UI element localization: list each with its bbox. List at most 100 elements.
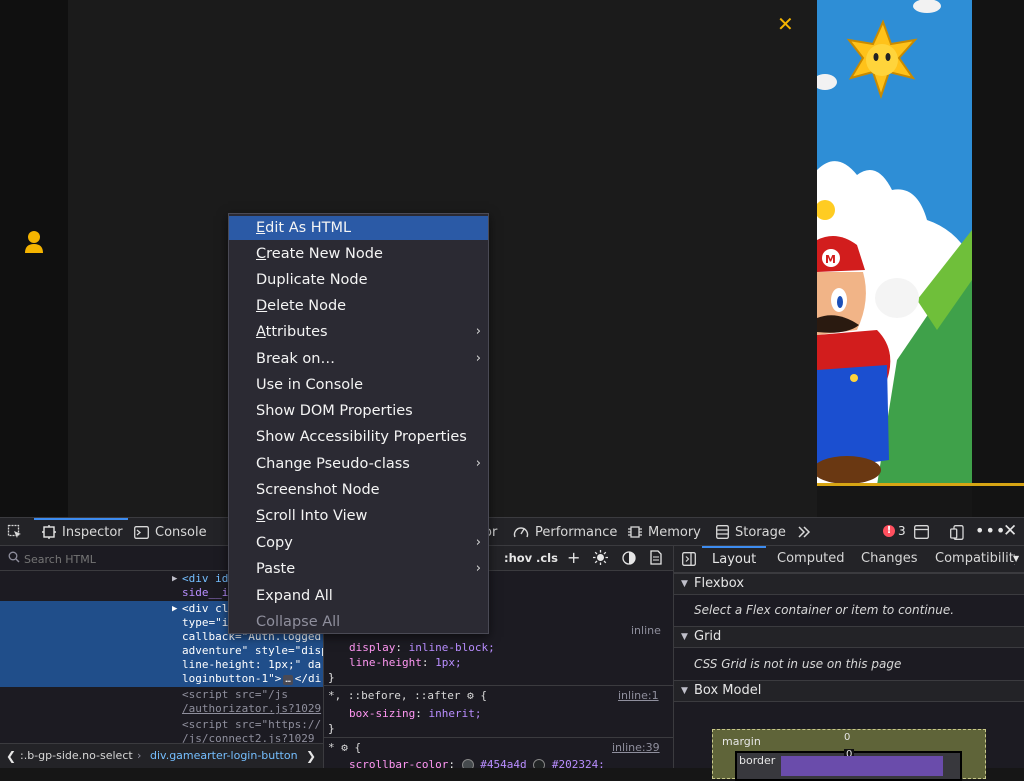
menu-item-attributes[interactable]: Attributes › <box>229 320 488 344</box>
rule-declaration[interactable]: box-sizing: inherit; <box>349 707 481 721</box>
search-icon <box>8 551 20 567</box>
menu-item-delete-node[interactable]: Delete Node <box>229 294 488 318</box>
menu-item-copy[interactable]: Copy › <box>229 531 488 555</box>
grid-section-header[interactable]: ▼ Grid <box>674 626 1024 648</box>
markup-line: line-height: 1px;" da <box>182 658 322 671</box>
menu-item-label: croll Into View <box>265 508 368 524</box>
devtools-toolbar: Inspector Console or Performance Memory … <box>0 517 1024 546</box>
markup-line: loginbutton-1">… </di <box>182 672 322 685</box>
submenu-arrow-icon: › <box>475 324 481 339</box>
tab-layout[interactable]: Layout <box>702 546 766 573</box>
add-rule-icon[interactable]: + <box>567 548 580 567</box>
user-avatar-icon[interactable] <box>24 230 44 254</box>
dark-mode-icon[interactable] <box>622 551 636 569</box>
menu-item-accel: S <box>256 508 266 524</box>
light-mode-icon[interactable] <box>593 550 608 569</box>
rule-selector[interactable]: * ⚙ { <box>328 741 361 755</box>
rule-source[interactable]: inline:39 <box>612 741 660 755</box>
menu-item-use-in-console[interactable]: Use in Console <box>229 373 488 397</box>
tab-performance-label: Performance <box>535 524 618 540</box>
tab-compatibility[interactable]: Compatibility <box>935 551 1015 566</box>
tab-changes[interactable]: Changes <box>861 551 918 566</box>
color-swatch[interactable] <box>533 759 546 768</box>
markup-line[interactable]: ▶ <div cl <box>172 602 228 616</box>
rule-selector[interactable]: *, ::before, ::after ⚙ { <box>328 689 487 703</box>
menu-item-accel: C <box>256 246 267 262</box>
tab-inspector[interactable]: Inspector <box>34 518 128 544</box>
tab-memory[interactable]: Memory <box>628 518 701 546</box>
page-left-strip <box>0 0 68 517</box>
hov-toggle[interactable]: :hov <box>504 551 532 565</box>
toggle-sidebar-icon[interactable] <box>682 552 696 570</box>
markup-line: side__i <box>182 586 229 599</box>
menu-item-collapse-all: Collapse All <box>229 610 488 634</box>
menu-item-label: Show DOM Properties <box>256 403 413 419</box>
expand-arrow-icon[interactable]: ▶ <box>172 572 177 586</box>
menu-item-scroll-into-view[interactable]: Scroll Into View <box>229 504 488 528</box>
box-model-padding[interactable] <box>781 756 943 776</box>
menu-item-duplicate-node[interactable]: Duplicate Node <box>229 268 488 292</box>
menu-item-label: Show Accessibility Properties <box>256 429 467 445</box>
margin-label: margin <box>722 735 761 748</box>
error-count-badge[interactable]: ! 3 <box>883 524 906 538</box>
submenu-arrow-icon: › <box>475 456 481 471</box>
menu-item-accel: A <box>256 324 266 340</box>
menu-item-edit-as-html[interactable]: Edit As HTML <box>229 216 488 240</box>
cls-toggle[interactable]: .cls <box>536 551 558 565</box>
breadcrumb-separator-icon: › <box>137 749 142 762</box>
breadcrumb-item-current[interactable]: div.gamearter-login-button <box>150 749 298 762</box>
rule-declaration[interactable]: scrollbar-color: #454a4d #202324; <box>349 758 605 768</box>
rule-declaration[interactable]: display: inline-block; <box>349 641 495 655</box>
responsive-design-icon[interactable] <box>950 525 964 544</box>
page-right-strip <box>972 0 1024 517</box>
markup-line[interactable]: ▶ <div id <box>172 572 228 586</box>
tab-performance[interactable]: Performance <box>513 518 617 546</box>
tab-storage[interactable]: Storage <box>716 518 786 546</box>
gear-icon[interactable]: ⚙ <box>467 689 474 702</box>
storage-icon <box>716 525 729 539</box>
print-media-icon[interactable] <box>650 550 662 569</box>
grid-message: CSS Grid is not in use on this page <box>694 657 902 671</box>
box-model-section-header[interactable]: ▼ Box Model <box>674 680 1024 702</box>
breadcrumb-forward-icon[interactable]: ❯ <box>306 749 316 763</box>
tab-computed[interactable]: Computed <box>777 551 845 566</box>
menu-item-label: Paste <box>256 561 296 577</box>
menu-item-label: ttributes <box>265 324 328 340</box>
breadcrumb-back-icon[interactable]: ❮ <box>6 749 16 763</box>
markup-line[interactable]: <script src="/js <box>182 688 288 702</box>
devtools-close-icon[interactable]: ✕ <box>1003 521 1017 541</box>
menu-item-expand-all[interactable]: Expand All <box>229 584 488 608</box>
flexbox-section-header[interactable]: ▼ Flexbox <box>674 573 1024 595</box>
element-picker-icon[interactable] <box>7 524 23 544</box>
rule-source[interactable]: inline:1 <box>618 689 659 703</box>
menu-item-screenshot-node[interactable]: Screenshot Node <box>229 478 488 502</box>
expand-arrow-icon[interactable]: ▶ <box>172 602 177 616</box>
markup-line[interactable]: <script src="https:// <box>182 718 321 732</box>
error-count: 3 <box>898 524 906 538</box>
more-tabs-icon[interactable] <box>797 525 811 543</box>
menu-item-show-dom-properties[interactable]: Show DOM Properties <box>229 399 488 423</box>
rule-source[interactable]: inline <box>631 624 661 638</box>
tab-console[interactable]: Console <box>134 518 207 546</box>
context-menu: Edit As HTML Create New Node Duplicate Nod… <box>228 213 489 634</box>
rule-separator <box>324 737 673 738</box>
tab-layout-label: Layout <box>712 552 757 567</box>
menu-item-show-accessibility-properties[interactable]: Show Accessibility Properties <box>229 425 488 449</box>
menu-item-label: Screenshot Node <box>256 482 380 498</box>
gear-icon[interactable]: ⚙ <box>341 741 348 754</box>
color-swatch[interactable] <box>461 759 474 768</box>
chevron-down-icon[interactable]: ▼ <box>1013 554 1019 563</box>
devtools-menu-icon[interactable]: ••• <box>975 521 1006 540</box>
close-game-icon[interactable]: ✕ <box>777 14 794 34</box>
menu-item-paste[interactable]: Paste › <box>229 557 488 581</box>
dock-side-icon[interactable] <box>914 525 929 543</box>
menu-item-create-new-node[interactable]: Create New Node <box>229 242 488 266</box>
margin-top-value[interactable]: 0 <box>844 732 850 743</box>
menu-item-change-pseudo-class[interactable]: Change Pseudo-class › <box>229 452 488 476</box>
rule-declaration[interactable]: line-height: 1px; <box>349 656 462 670</box>
rule-closing-brace: } <box>328 722 335 735</box>
breadcrumb-item[interactable]: :.b-gp-side.no-select <box>20 749 133 762</box>
menu-item-break-on[interactable]: Break on… › <box>229 347 488 371</box>
console-icon <box>134 525 149 539</box>
ellipsis-badge[interactable]: … <box>283 675 293 685</box>
